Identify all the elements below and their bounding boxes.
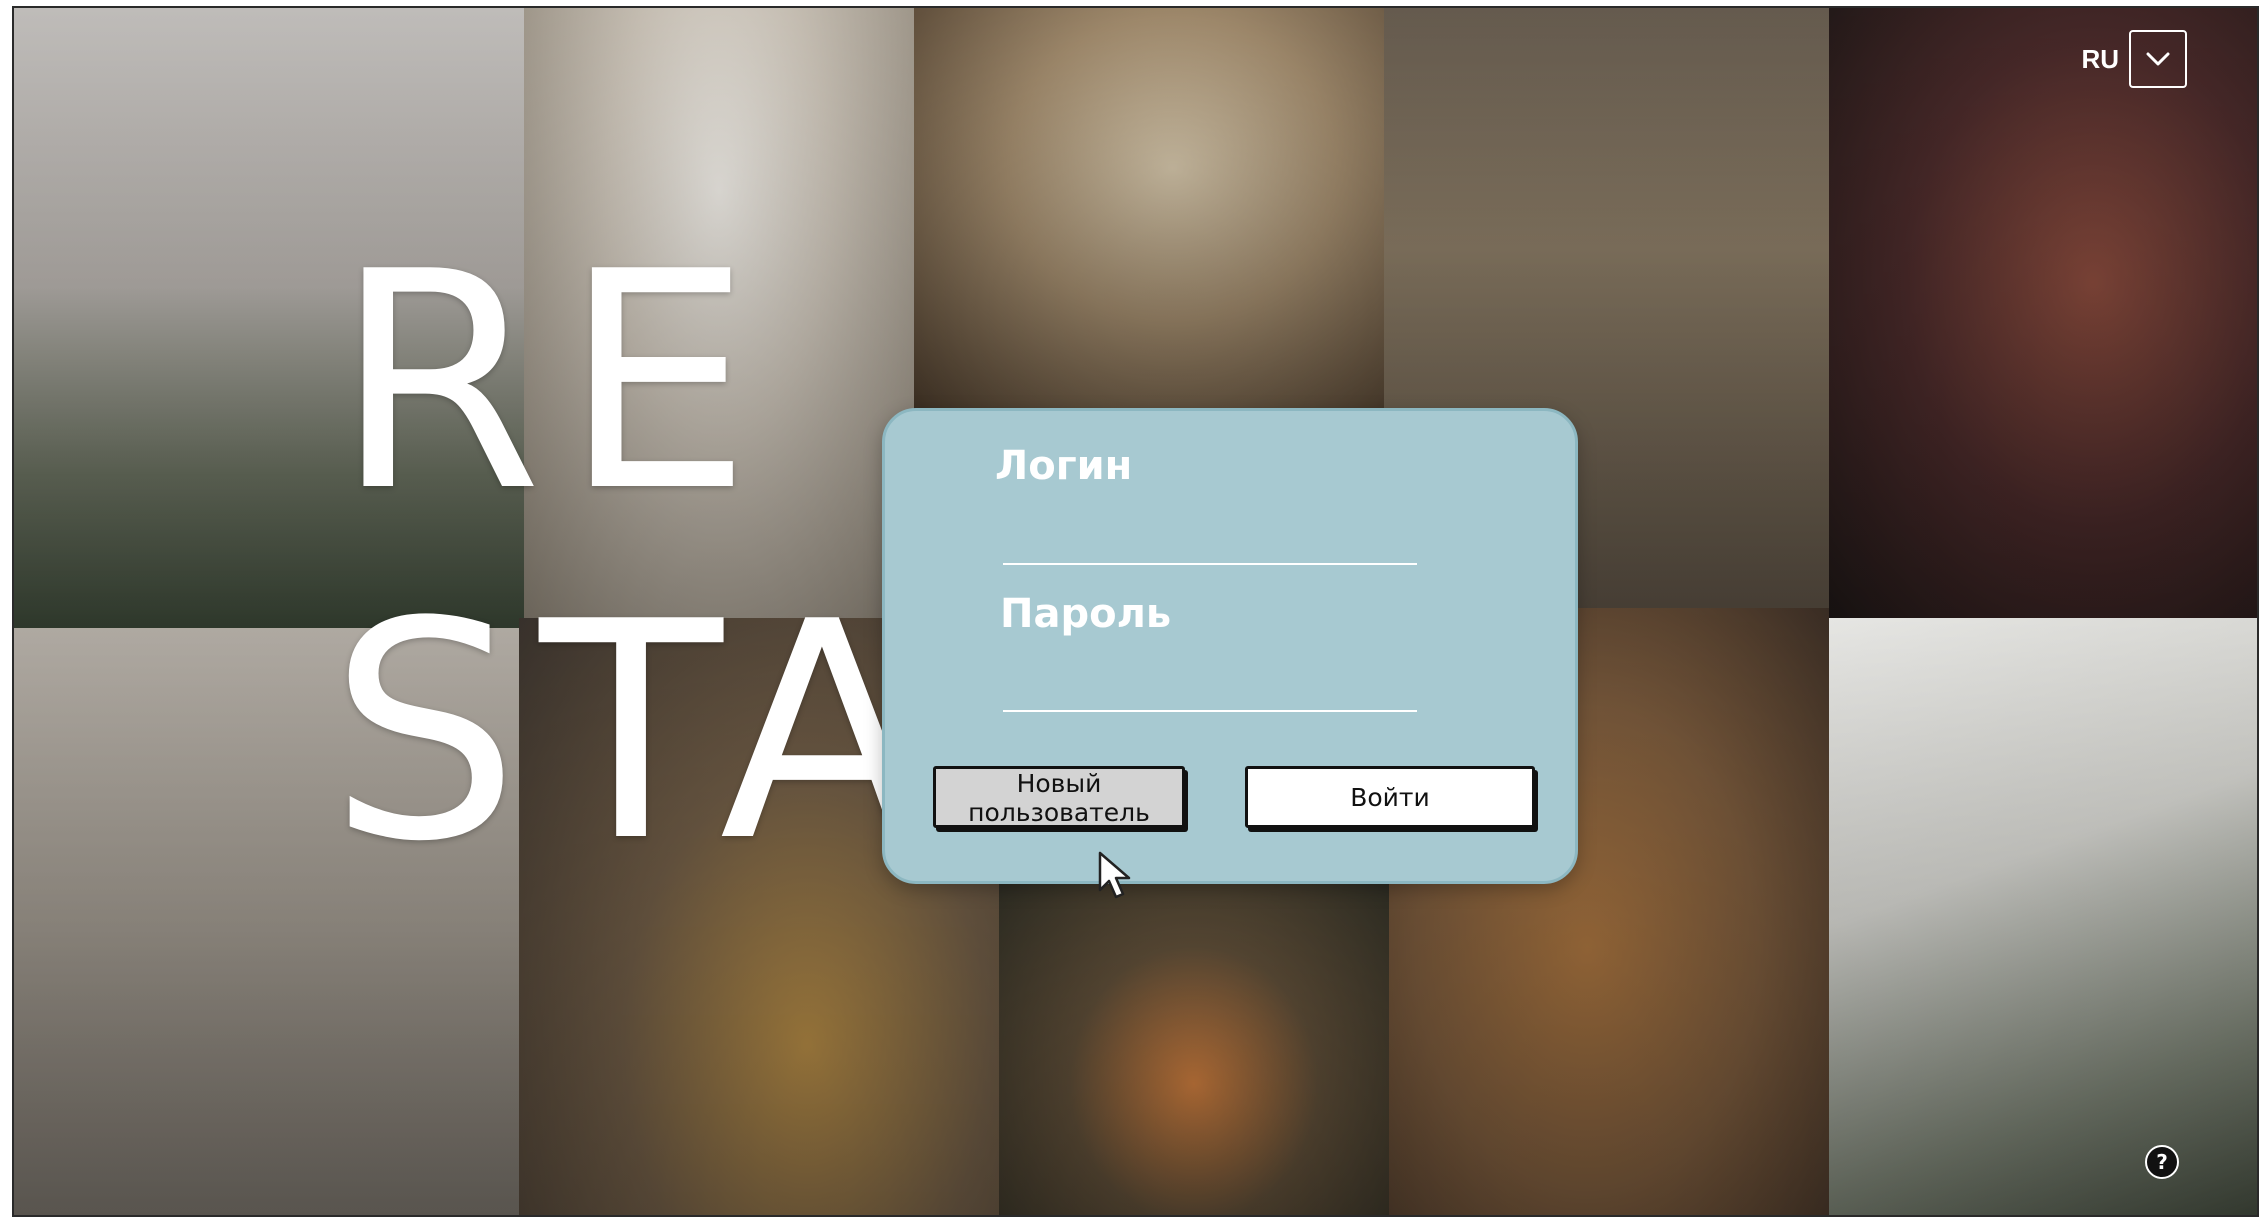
login-input[interactable] (1003, 521, 1417, 565)
help-icon[interactable]: ? (2145, 1145, 2179, 1179)
language-selector[interactable]: RU (2081, 30, 2187, 88)
password-label: Пароль (1000, 591, 1172, 637)
photo-party-crowd (1829, 8, 2257, 618)
chevron-down-icon (2146, 52, 2170, 66)
password-input[interactable] (1003, 668, 1417, 712)
language-dropdown-button[interactable] (2129, 30, 2187, 88)
brand-logo-line1: RE (334, 208, 772, 557)
photo-home-workout (1829, 618, 2257, 1215)
photo-camping (999, 868, 1389, 1215)
new-user-button[interactable]: Новый пользователь (933, 766, 1185, 828)
login-label: Логин (995, 443, 1133, 489)
app-frame: RE STA RU Логин Пароль Новый пользовател… (12, 6, 2259, 1217)
photo-dinner-party (914, 8, 1384, 408)
brand-logo-line2: STA (329, 558, 945, 907)
language-code: RU (2081, 43, 2119, 74)
login-button[interactable]: Войти (1245, 766, 1535, 828)
cursor-icon (1098, 851, 1131, 899)
login-modal: Логин Пароль Новый пользователь Войти (882, 408, 1578, 884)
